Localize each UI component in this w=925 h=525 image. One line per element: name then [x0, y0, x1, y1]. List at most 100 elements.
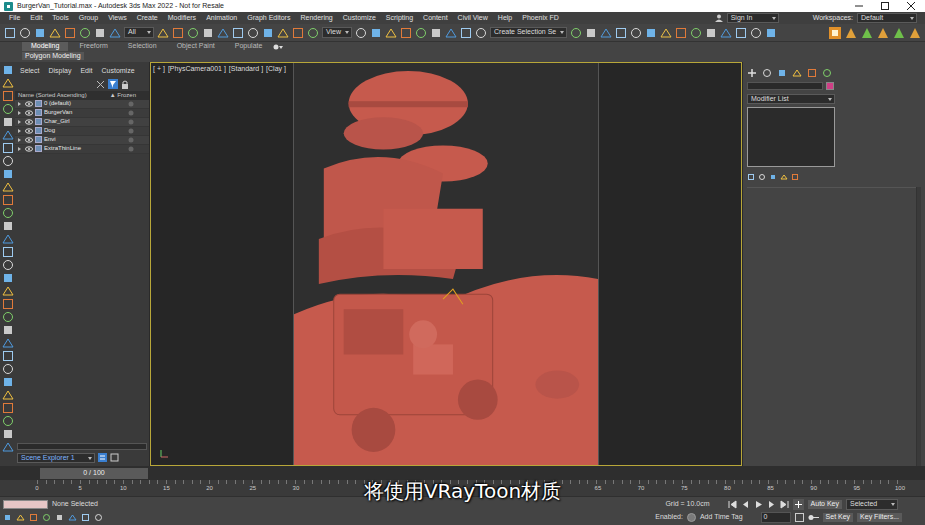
tool-icon[interactable]: [2, 428, 14, 440]
tool-icon[interactable]: [55, 513, 64, 522]
visibility-icon[interactable]: [25, 119, 33, 125]
viewport-label[interactable]: [Standard ]: [229, 65, 263, 73]
tool-icon[interactable]: [690, 27, 702, 39]
viewport-label[interactable]: [PhysCamera001 ]: [168, 65, 226, 73]
tool-icon[interactable]: [172, 27, 184, 39]
tool-icon[interactable]: [600, 27, 612, 39]
tool-icon[interactable]: [307, 27, 319, 39]
key-icon[interactable]: [808, 513, 819, 522]
command-panel-scrollbar[interactable]: [916, 187, 921, 466]
expand-arrow[interactable]: [18, 102, 21, 106]
ribbon-panel-tab[interactable]: Polygon Modeling: [22, 52, 84, 60]
menu-item[interactable]: Tools: [52, 14, 68, 22]
tool-icon[interactable]: [247, 27, 259, 39]
tool-icon[interactable]: [430, 27, 442, 39]
layer-row[interactable]: ExtraThinLine: [15, 145, 149, 154]
tool-icon[interactable]: [2, 90, 14, 102]
ribbon-tab[interactable]: Selection: [119, 42, 166, 50]
tool-icon[interactable]: [2, 64, 14, 76]
tool-icon[interactable]: [2, 233, 14, 245]
tool-icon[interactable]: [34, 27, 46, 39]
layer-name[interactable]: Char_Girl: [44, 118, 70, 125]
visibility-icon[interactable]: [25, 146, 33, 152]
workspace-value[interactable]: Default: [861, 14, 883, 21]
frozen-icon[interactable]: [128, 128, 134, 134]
tool-icon[interactable]: [202, 27, 214, 39]
tool-icon[interactable]: [19, 27, 31, 39]
tool-icon[interactable]: [109, 27, 121, 39]
selection-filter-value[interactable]: All: [128, 28, 136, 35]
tool-icon[interactable]: [415, 27, 427, 39]
tool-icon[interactable]: [355, 27, 367, 39]
tool-icon[interactable]: [2, 402, 14, 414]
tool-icon[interactable]: [2, 337, 14, 349]
menu-item[interactable]: Animation: [206, 14, 237, 22]
frozen-icon[interactable]: [128, 146, 134, 152]
tool-icon[interactable]: [277, 27, 289, 39]
tool-icon[interactable]: [645, 27, 657, 39]
explorer-options-icon[interactable]: [98, 453, 107, 462]
key-mode-value[interactable]: Selected: [850, 500, 877, 507]
reference-coordinates-dropdown[interactable]: View: [322, 27, 352, 37]
frozen-icon[interactable]: [128, 110, 134, 116]
tool-icon[interactable]: [370, 27, 382, 39]
expand-arrow[interactable]: [18, 111, 21, 115]
filter-icon[interactable]: [108, 79, 118, 89]
tool-icon[interactable]: [475, 27, 487, 39]
time-config-icon[interactable]: [795, 513, 804, 522]
layer-name[interactable]: 0 (default): [44, 100, 71, 107]
tool-icon[interactable]: [2, 129, 14, 141]
tool-icon[interactable]: [94, 513, 103, 522]
reference-coordinates-value[interactable]: View: [326, 28, 341, 35]
explorer-name[interactable]: Scene Explorer 1: [21, 454, 75, 461]
tool-icon[interactable]: [157, 27, 169, 39]
tool-icon[interactable]: [4, 27, 16, 39]
tool-icon[interactable]: [780, 173, 788, 181]
key-filters-button[interactable]: Key Filters...: [857, 513, 902, 521]
explorer-menu-item[interactable]: Edit: [80, 67, 92, 75]
expand-arrow[interactable]: [18, 147, 21, 151]
minimize-icon[interactable]: [855, 2, 863, 10]
lock-icon[interactable]: [121, 80, 129, 89]
tool-icon[interactable]: [570, 27, 582, 39]
layer-row[interactable]: 0 (default): [15, 100, 149, 109]
tool-icon[interactable]: [29, 513, 38, 522]
menu-item[interactable]: File: [9, 14, 20, 22]
tool-icon[interactable]: [460, 27, 472, 39]
tool-icon[interactable]: [2, 272, 14, 284]
layer-name[interactable]: BurgerVan: [44, 109, 72, 116]
tool-icon[interactable]: [187, 27, 199, 39]
expand-arrow[interactable]: [18, 120, 21, 124]
menu-item[interactable]: Content: [423, 14, 448, 22]
menu-item[interactable]: Rendering: [300, 14, 332, 22]
explorer-menu-item[interactable]: Select: [20, 67, 39, 75]
modifier-list-dropdown[interactable]: Modifier List: [747, 94, 835, 104]
add-time-tag[interactable]: Add Time Tag: [700, 513, 743, 521]
prev-frame-icon[interactable]: [741, 500, 750, 509]
tool-icon[interactable]: [64, 27, 76, 39]
explorer-menu-item[interactable]: Display: [48, 67, 71, 75]
viewport[interactable]: [ + ][PhysCamera001 ][Standard ][Clay ]: [150, 62, 742, 466]
menu-item[interactable]: Customize: [343, 14, 376, 22]
column-header[interactable]: ▲ Frozen: [110, 92, 146, 99]
tool-icon[interactable]: [2, 220, 14, 232]
time-slider-position[interactable]: 0 / 100: [83, 469, 104, 477]
tool-icon[interactable]: [630, 27, 642, 39]
render-icon[interactable]: [893, 27, 905, 39]
render-icon[interactable]: [845, 27, 857, 39]
tool-icon[interactable]: [2, 181, 14, 193]
user-icon[interactable]: [715, 14, 723, 22]
tool-icon[interactable]: [2, 142, 14, 154]
tool-icon[interactable]: [750, 27, 762, 39]
tool-icon[interactable]: [660, 27, 672, 39]
set-key-button[interactable]: Set Key: [823, 513, 854, 521]
ribbon-tab[interactable]: Populate: [226, 42, 272, 50]
close-filter-icon[interactable]: [96, 80, 105, 89]
menu-item[interactable]: Group: [79, 14, 98, 22]
sign-in-label[interactable]: Sign In: [731, 14, 753, 21]
visibility-icon[interactable]: [25, 128, 33, 134]
tool-icon[interactable]: [2, 311, 14, 323]
tool-icon[interactable]: [2, 441, 14, 453]
enabled-toggle[interactable]: [687, 513, 696, 522]
tool-icon[interactable]: [445, 27, 457, 39]
